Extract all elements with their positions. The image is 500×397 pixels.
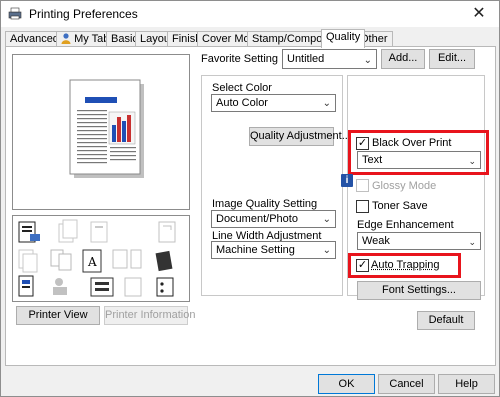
auto-trapping-label: Auto Trapping bbox=[371, 259, 440, 271]
printer-view-label: Printer View bbox=[28, 309, 88, 321]
toner-save-label: Toner Save bbox=[372, 200, 428, 212]
printer-view-button[interactable]: Printer View bbox=[16, 306, 100, 325]
default-button[interactable]: Default bbox=[417, 311, 475, 330]
favorite-setting-dropdown[interactable]: Untitled ⌄ bbox=[282, 49, 377, 69]
glossy-mode-checkbox[interactable] bbox=[356, 179, 369, 192]
edge-enhancement-dropdown[interactable]: Weak ⌄ bbox=[357, 232, 481, 250]
punch-icon bbox=[156, 277, 174, 297]
black-over-print-label: Black Over Print bbox=[372, 137, 452, 149]
image-quality-dropdown[interactable]: Document/Photo ⌄ bbox=[211, 210, 336, 228]
line-width-value: Machine Setting bbox=[216, 244, 295, 256]
select-color-label: Select Color bbox=[212, 82, 272, 94]
printing-preferences-window: Printing Preferences ✕ Advanced My Tab B… bbox=[0, 0, 500, 397]
text-a-icon: A bbox=[82, 249, 102, 273]
dark-page-icon bbox=[155, 250, 173, 272]
close-button[interactable]: ✕ bbox=[459, 1, 499, 27]
black-over-print-dropdown[interactable]: Text ⌄ bbox=[357, 151, 481, 169]
print-preview bbox=[12, 54, 190, 210]
edit-label: Edit... bbox=[437, 52, 467, 64]
svg-text:A: A bbox=[87, 255, 97, 269]
printer-information-label: Printer Information bbox=[105, 309, 196, 321]
add-label: Add... bbox=[388, 52, 418, 64]
color-doc-icon bbox=[18, 275, 34, 297]
chevron-down-icon: ⌄ bbox=[322, 245, 331, 256]
help-button[interactable]: Help bbox=[438, 374, 495, 394]
cancel-label: Cancel bbox=[389, 378, 424, 390]
status-icon-grid: A bbox=[12, 215, 190, 302]
person-doc-icon bbox=[53, 278, 67, 295]
default-label: Default bbox=[428, 314, 464, 326]
page-order-icon bbox=[58, 219, 78, 243]
tab-label: Advanced bbox=[10, 33, 59, 45]
tray-icon bbox=[124, 277, 142, 297]
select-color-dropdown[interactable]: Auto Color ⌄ bbox=[211, 94, 336, 112]
printer-information-button[interactable]: Printer Information bbox=[104, 306, 195, 325]
title-bar: Printing Preferences ✕ bbox=[1, 1, 499, 27]
line-width-dropdown[interactable]: Machine Setting ⌄ bbox=[211, 241, 336, 259]
multi-page-icon bbox=[50, 249, 72, 271]
font-settings-label: Font Settings... bbox=[382, 284, 456, 296]
checkmark-icon: ✓ bbox=[357, 137, 368, 149]
tab-label: My Tab bbox=[74, 33, 110, 45]
glossy-mode-label: Glossy Mode bbox=[372, 180, 437, 192]
stack-icon bbox=[18, 249, 38, 273]
chevron-down-icon: ⌄ bbox=[468, 237, 476, 247]
window-title: Printing Preferences bbox=[29, 7, 138, 21]
auto-trapping-checkbox[interactable]: ✓ bbox=[356, 259, 369, 272]
cancel-button[interactable]: Cancel bbox=[378, 374, 435, 394]
checkmark-icon: ✓ bbox=[357, 259, 368, 271]
edit-favorite-button[interactable]: Edit... bbox=[429, 49, 475, 69]
chevron-down-icon: ⌄ bbox=[322, 214, 331, 225]
person-icon bbox=[61, 33, 71, 44]
help-label: Help bbox=[455, 378, 478, 390]
favorite-setting-label: Favorite Setting bbox=[201, 53, 279, 65]
finish-icon bbox=[112, 249, 142, 269]
edge-enhancement-value: Weak bbox=[362, 235, 390, 247]
add-favorite-button[interactable]: Add... bbox=[381, 49, 425, 69]
document-preview-image bbox=[69, 79, 144, 178]
copy-icon bbox=[90, 221, 108, 243]
info-icon[interactable]: i bbox=[341, 174, 353, 187]
edge-enhancement-label: Edge Enhancement bbox=[357, 219, 454, 231]
toner-save-checkbox[interactable] bbox=[356, 200, 369, 213]
black-over-print-value: Text bbox=[362, 154, 383, 166]
machine-status-icons: A bbox=[18, 219, 176, 297]
chevron-down-icon: ⌄ bbox=[468, 156, 476, 166]
chevron-down-icon: ⌄ bbox=[322, 98, 331, 109]
chevron-down-icon: ⌄ bbox=[363, 55, 372, 66]
quality-adjustment-button[interactable]: Quality Adjustment... bbox=[249, 127, 351, 146]
tab-label: Basic bbox=[111, 33, 138, 45]
tab-label: Quality bbox=[326, 31, 361, 43]
image-quality-setting-label: Image Quality Setting bbox=[212, 198, 318, 210]
stamp-icon bbox=[90, 277, 114, 297]
quality-adjustment-label: Quality Adjustment... bbox=[250, 130, 351, 142]
ok-button[interactable]: OK bbox=[318, 374, 375, 394]
doc-output-icon bbox=[18, 221, 40, 243]
staple-icon bbox=[158, 221, 176, 243]
image-quality-value: Document/Photo bbox=[216, 213, 298, 225]
tab-quality[interactable]: Quality bbox=[321, 29, 366, 48]
ok-label: OK bbox=[338, 378, 355, 390]
font-settings-button[interactable]: Font Settings... bbox=[357, 281, 481, 300]
printer-icon bbox=[8, 7, 22, 20]
black-over-print-checkbox[interactable]: ✓ bbox=[356, 137, 369, 150]
tab-strip: Advanced My Tab Basic Layout Finish Cove… bbox=[3, 29, 499, 48]
select-color-value: Auto Color bbox=[216, 97, 268, 109]
favorite-setting-value: Untitled bbox=[287, 53, 325, 65]
